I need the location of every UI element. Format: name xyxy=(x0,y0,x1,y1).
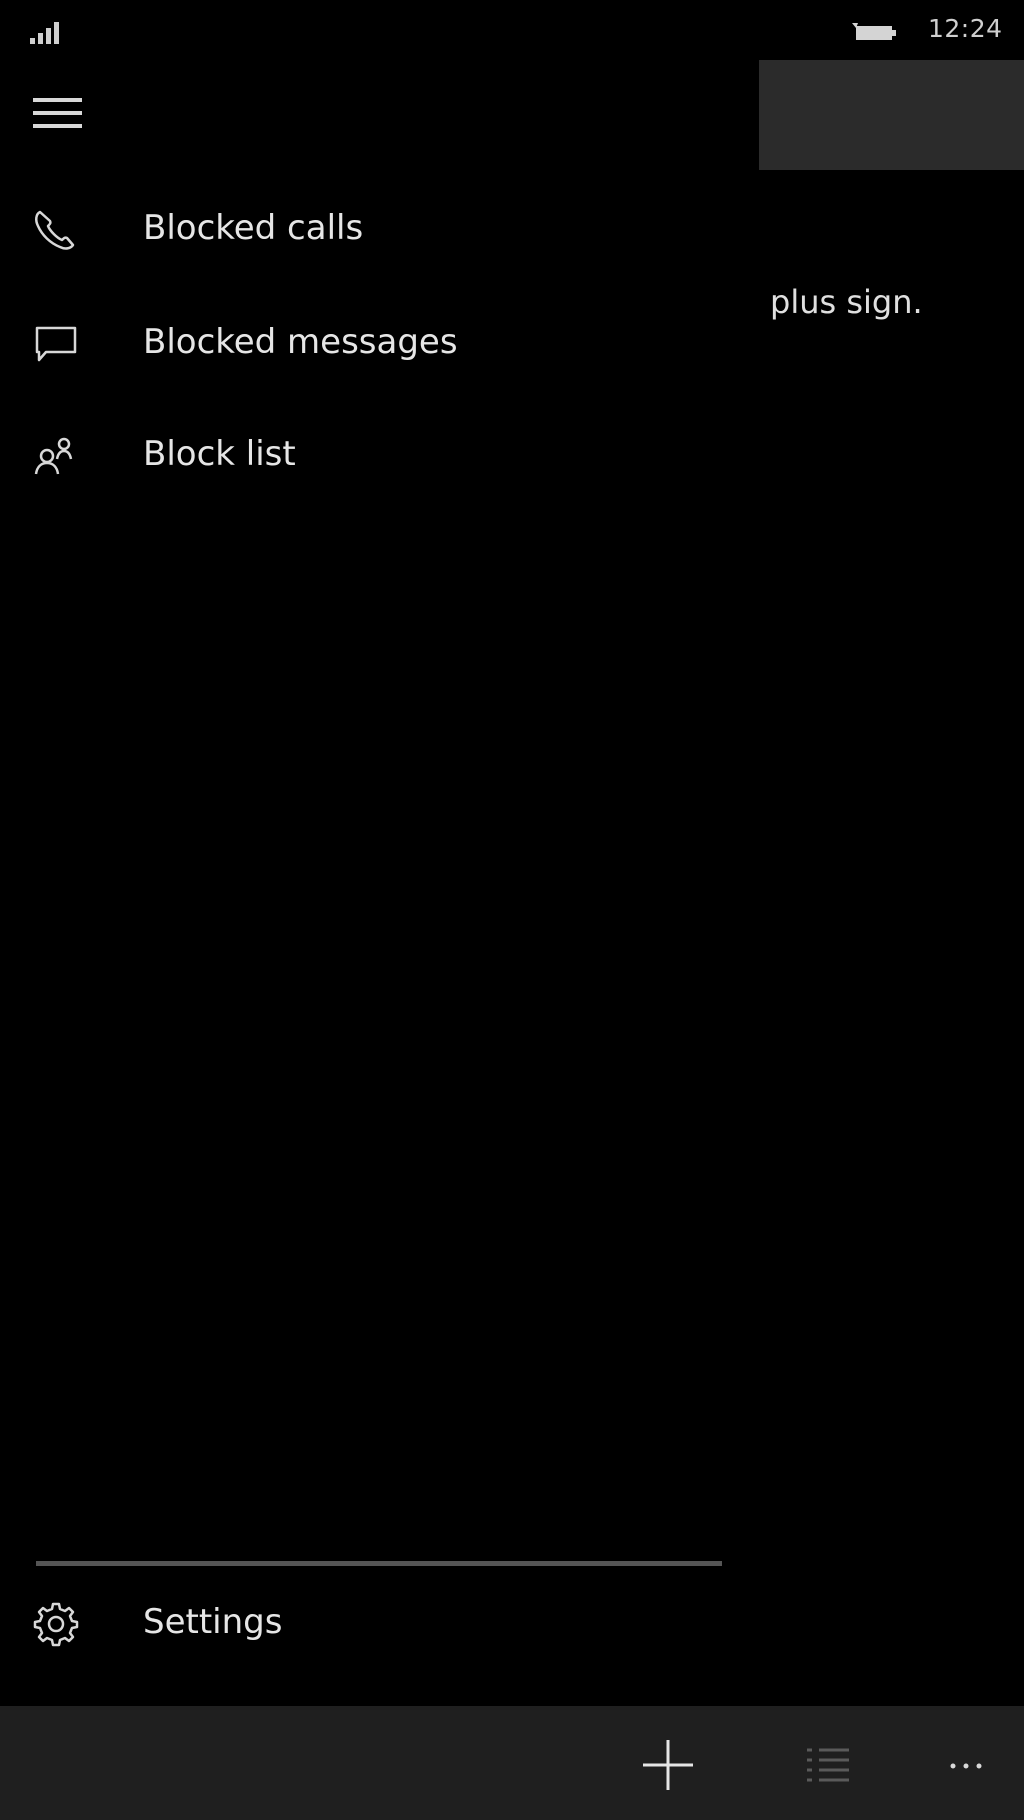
nav-item-block-list[interactable]: Block list xyxy=(0,406,740,506)
navigation-pane: Blocked calls Blocked messages Block lis… xyxy=(0,58,740,1706)
nav-item-blocked-messages[interactable]: Blocked messages xyxy=(0,294,740,394)
status-bar: 12:24 xyxy=(0,0,1024,58)
page-header-block xyxy=(759,60,1024,170)
gear-icon xyxy=(33,1602,79,1647)
block-list-icon xyxy=(34,437,73,475)
nav-item-settings[interactable]: Settings xyxy=(0,1574,740,1674)
nav-item-label: Blocked messages xyxy=(143,322,458,362)
message-icon xyxy=(35,326,77,362)
plus-icon[interactable] xyxy=(633,1730,703,1800)
nav-item-label: Settings xyxy=(143,1602,283,1642)
nav-item-label: Block list xyxy=(143,434,296,474)
status-clock: 12:24 xyxy=(928,14,1003,43)
phone-icon xyxy=(35,210,75,250)
app-bar xyxy=(0,1706,1024,1820)
battery-icon xyxy=(852,23,896,40)
nav-item-label: Blocked calls xyxy=(143,208,364,248)
hamburger-menu-icon[interactable] xyxy=(33,98,83,138)
signal-strength-icon xyxy=(30,22,59,44)
page-body-text: plus sign. xyxy=(770,283,923,321)
more-icon[interactable] xyxy=(935,1730,1005,1800)
nav-item-blocked-calls[interactable]: Blocked calls xyxy=(0,180,740,280)
list-select-icon[interactable] xyxy=(797,1730,867,1800)
pane-divider xyxy=(36,1561,722,1566)
